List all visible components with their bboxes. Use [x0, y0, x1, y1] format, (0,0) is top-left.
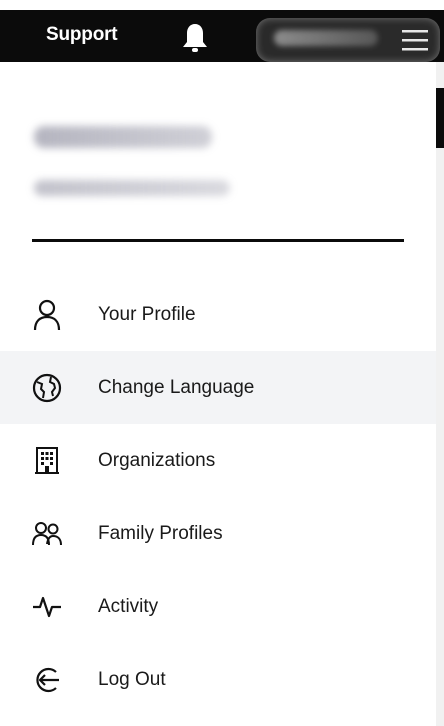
scrollbar-track[interactable] [436, 62, 444, 726]
menu-item-log-out[interactable]: Log Out [0, 643, 436, 716]
logout-icon [30, 663, 64, 697]
scrollbar-thumb[interactable] [436, 88, 444, 148]
support-link[interactable]: Support [46, 24, 118, 46]
app-page: Support Your Profile Change Language Org… [0, 0, 444, 726]
blurred-account-name [34, 126, 212, 148]
globe-icon [30, 371, 64, 405]
people-icon [30, 517, 64, 551]
top-navigation-bar: Support [0, 0, 444, 62]
menu-item-family-profiles[interactable]: Family Profiles [0, 497, 436, 570]
menu-item-activity[interactable]: Activity [0, 570, 436, 643]
menu-item-label: Activity [98, 595, 159, 617]
hamburger-icon[interactable] [400, 28, 430, 52]
menu-item-organizations[interactable]: Organizations [0, 424, 436, 497]
blurred-account-email [34, 180, 230, 196]
building-icon [30, 444, 64, 478]
blurred-username [274, 30, 378, 46]
account-menu: Your Profile Change Language Organizatio… [0, 278, 436, 716]
menu-item-your-profile[interactable]: Your Profile [0, 278, 436, 351]
account-info [0, 62, 436, 262]
menu-item-change-language[interactable]: Change Language [0, 351, 436, 424]
menu-item-label: Family Profiles [98, 522, 223, 544]
activity-icon [30, 590, 64, 624]
menu-item-label: Your Profile [98, 303, 196, 325]
person-icon [30, 298, 64, 332]
menu-item-label: Organizations [98, 449, 216, 471]
bell-icon[interactable] [181, 22, 209, 56]
menu-item-label: Change Language [98, 376, 255, 398]
divider [32, 239, 404, 242]
menu-item-label: Log Out [98, 668, 166, 690]
